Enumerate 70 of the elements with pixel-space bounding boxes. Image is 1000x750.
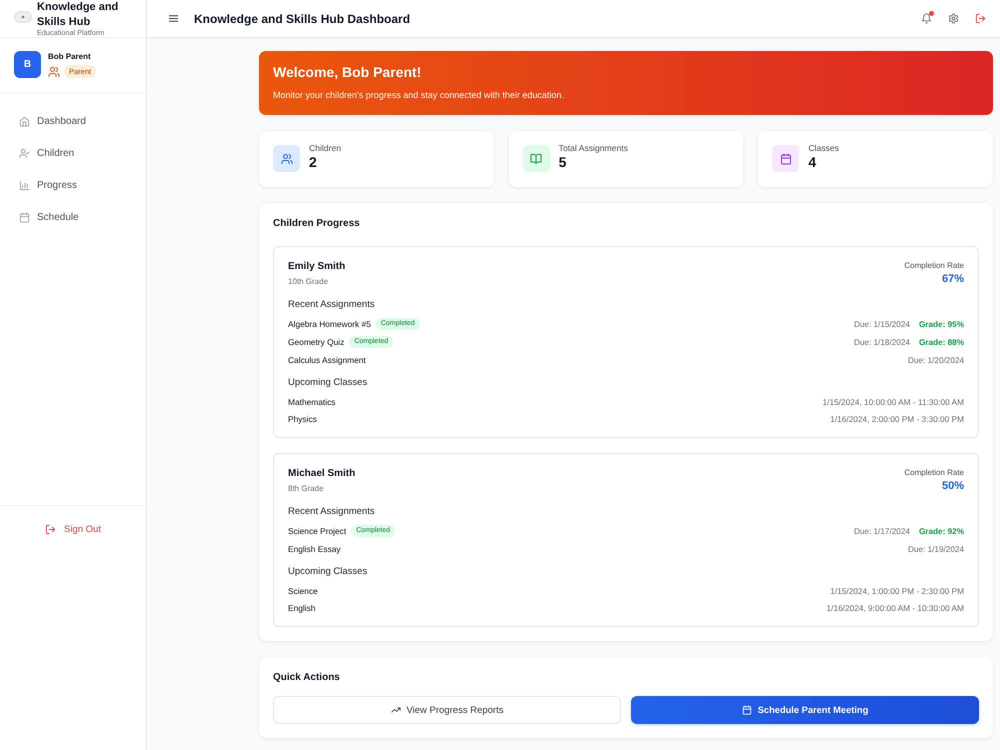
stat-value: 4 [808,154,818,171]
student-grade: 10th Grade [288,276,330,287]
due-date: Due: 1/15/2024 [854,320,910,328]
due-date: Due: 1/17/2024 [854,526,910,536]
nav-item[interactable]: Schedule [0,201,146,233]
logout-icon [975,13,986,24]
due-date: Due: 1/20/2024 [908,356,964,364]
stat-value: 5 [558,154,568,171]
completion-label: Completion Rate [904,467,964,478]
welcome-message: Monitor your children's progress and stay connected with their education. [273,89,565,101]
class-time: 1/15/2024, 10:00:00 AM - 11:30:00 AM [822,396,964,406]
brand-title: Knowledge and Skills Hub [37,0,120,29]
logo-icon [14,11,32,23]
welcome-title: Welcome, Bob Parent! [273,63,422,81]
nav-item[interactable]: Children [0,137,146,169]
calendar-icon [19,212,30,222]
action-button[interactable]: View Progress Reports [273,696,621,724]
classes-heading: Upcoming Classes [288,564,368,578]
stat-label: Classes [808,143,839,154]
student-grade: 8th Grade [288,483,325,494]
student-name: Emily Smith [288,260,346,274]
home-icon [19,116,30,126]
class-subject: Mathematics [288,396,336,406]
completion-rate: 50% [940,479,964,493]
users-icon [48,66,60,78]
assignment-grade: Grade: 88% [918,338,964,346]
assignments-heading: Recent Assignments [288,298,376,310]
class-subject: English [288,602,316,612]
nav-item[interactable]: Dashboard [0,105,146,137]
class-time: 1/15/2024, 1:00:00 PM - 2:30:00 PM [830,586,964,596]
assignment-title: Algebra Homework #5 [288,319,371,329]
bell-icon [921,13,932,24]
class-time: 1/16/2024, 2:00:00 PM - 3:30:00 PM [830,414,964,424]
completion-label: Completion Rate [904,260,964,271]
users-icon [273,145,300,172]
book-icon [522,145,550,172]
sign-out-button[interactable]: Sign Out [43,518,103,540]
assignments-heading: Recent Assignments [288,504,376,518]
nav-item[interactable]: Progress [0,169,146,201]
assignment-grade: Grade: 95% [918,320,964,328]
assignment-title: Calculus Assignment [288,355,366,365]
due-date: Due: 1/18/2024 [854,338,910,346]
assignment-title: Science Project [288,526,346,536]
page-title: Knowledge and Skills Hub Dashboard [194,12,410,26]
calendar-icon [772,145,800,172]
settings-icon [948,13,959,24]
user-name: Bob Parent [48,51,92,62]
stat-value: 2 [309,154,318,171]
section-title: Children Progress [273,217,361,231]
calendar-icon [742,705,752,715]
completion-rate: 67% [940,272,964,286]
assignment-title: Geometry Quiz [288,337,344,347]
class-subject: Physics [288,414,317,424]
logout-icon [45,524,56,534]
assignment-grade: Grade: 92% [918,526,964,536]
assignment-title: English Essay [288,544,341,554]
bar-chart-icon [19,180,30,190]
menu-icon [168,13,179,24]
class-time: 1/16/2024, 9:00:00 AM - 10:30:00 AM [826,602,964,612]
student-name: Michael Smith [288,467,356,481]
action-button[interactable]: Schedule Parent Meeting [631,696,979,724]
classes-heading: Upcoming Classes [288,376,368,388]
user-check-icon [19,148,30,158]
class-subject: Science [288,586,318,596]
section-title: Quick Actions [273,671,341,685]
stat-label: Children [309,143,342,154]
due-date: Due: 1/19/2024 [908,544,964,554]
trend-up-icon [390,705,400,715]
stat-label: Total Assignments [558,143,628,154]
user-avatar: B [14,51,41,78]
